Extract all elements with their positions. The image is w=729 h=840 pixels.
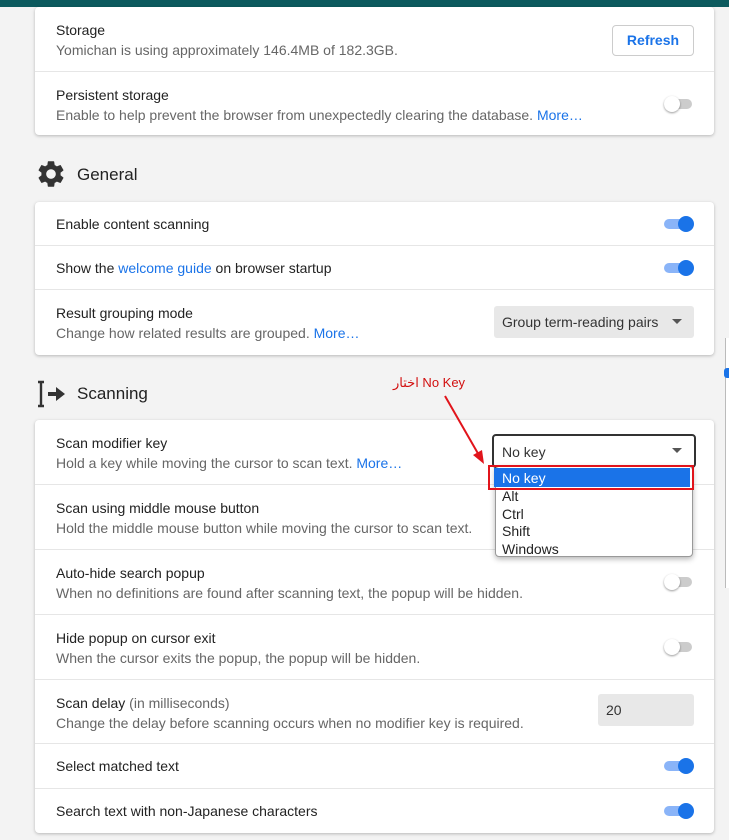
scanning-heading-label: Scanning: [77, 384, 148, 403]
welcome-guide-title: Show the welcome guide on browser startu…: [56, 260, 332, 276]
non-japanese-toggle[interactable]: [664, 803, 694, 819]
auto-hide-title: Auto-hide search popup: [56, 565, 205, 581]
scanning-heading: Scanning: [35, 377, 235, 411]
hide-on-exit-title: Hide popup on cursor exit: [56, 630, 216, 646]
chevron-down-icon: [672, 319, 682, 324]
persistent-storage-title: Persistent storage: [56, 87, 169, 103]
welcome-prefix: Show the: [56, 260, 115, 276]
option-shift[interactable]: Shift: [502, 523, 530, 539]
content-scanning-toggle[interactable]: [664, 216, 694, 232]
general-card: Enable content scanning Show the welcome…: [35, 202, 714, 355]
modifier-more-link[interactable]: More…: [356, 455, 402, 471]
refresh-button[interactable]: Refresh: [612, 25, 694, 56]
persistent-storage-text: Enable to help prevent the browser from …: [56, 107, 534, 123]
scan-delay-title: Scan delay (in milliseconds): [56, 695, 230, 711]
result-grouping-value: Group term-reading pairs: [502, 314, 659, 330]
storage-description: Yomichan is using approximately 146.4MB …: [56, 42, 398, 58]
select-matched-row: Select matched text: [35, 744, 714, 789]
scan-modifier-description: Hold a key while moving the cursor to sc…: [56, 455, 402, 471]
option-windows[interactable]: Windows: [502, 541, 559, 557]
auto-hide-row: Auto-hide search popup When no definitio…: [35, 550, 714, 615]
annotation-highlight-box: [488, 465, 694, 490]
persistent-storage-toggle[interactable]: [664, 96, 694, 112]
scan-delay-description: Change the delay before scanning occurs …: [56, 715, 524, 731]
scan-modifier-title: Scan modifier key: [56, 435, 168, 451]
storage-title: Storage: [56, 22, 106, 38]
scan-delay-label: Scan delay: [56, 695, 126, 711]
persistent-storage-description: Enable to help prevent the browser from …: [56, 107, 583, 123]
scan-delay-row: Scan delay (in milliseconds) Change the …: [35, 680, 714, 744]
select-matched-toggle[interactable]: [664, 758, 694, 774]
result-grouping-select[interactable]: Group term-reading pairs: [494, 306, 694, 338]
auto-hide-description: When no definitions are found after scan…: [56, 585, 523, 601]
persistent-more-link[interactable]: More…: [537, 107, 583, 123]
gear-icon: [38, 161, 64, 187]
result-grouping-description: Change how related results are grouped. …: [56, 325, 360, 341]
welcome-guide-link[interactable]: welcome guide: [118, 260, 211, 276]
non-japanese-title: Search text with non-Japanese characters: [56, 803, 318, 819]
non-japanese-row: Search text with non-Japanese characters: [35, 789, 714, 833]
auto-hide-toggle[interactable]: [664, 574, 694, 590]
hide-on-exit-toggle[interactable]: [664, 639, 694, 655]
option-ctrl[interactable]: Ctrl: [502, 506, 524, 522]
storage-card: Storage Yomichan is using approximately …: [35, 7, 714, 135]
result-grouping-title: Result grouping mode: [56, 305, 193, 321]
chevron-down-icon: [672, 448, 682, 453]
scan-modifier-value: No key: [502, 444, 546, 460]
storage-row: Storage Yomichan is using approximately …: [35, 7, 714, 72]
scan-modifier-select[interactable]: No key: [492, 434, 696, 468]
persistent-storage-row: Persistent storage Enable to help preven…: [35, 72, 714, 135]
content-scanning-row: Enable content scanning: [35, 202, 714, 246]
select-matched-title: Select matched text: [56, 758, 179, 774]
content-scanning-title: Enable content scanning: [56, 216, 210, 232]
welcome-guide-row: Show the welcome guide on browser startu…: [35, 246, 714, 290]
general-heading-label: General: [77, 165, 138, 184]
scan-delay-value: 20: [606, 702, 622, 718]
scan-modifier-text: Hold a key while moving the cursor to sc…: [56, 455, 353, 471]
option-alt[interactable]: Alt: [502, 488, 518, 504]
result-grouping-row: Result grouping mode Change how related …: [35, 290, 714, 355]
grouping-more-link[interactable]: More…: [314, 325, 360, 341]
top-bar: [0, 0, 729, 7]
welcome-suffix: on browser startup: [215, 260, 332, 276]
welcome-guide-toggle[interactable]: [664, 260, 694, 276]
general-heading: General: [35, 158, 235, 192]
scan-delay-input[interactable]: 20: [598, 694, 694, 726]
middle-mouse-title: Scan using middle mouse button: [56, 500, 260, 516]
middle-mouse-description: Hold the middle mouse button while movin…: [56, 520, 473, 536]
hide-on-exit-description: When the cursor exits the popup, the pop…: [56, 650, 421, 666]
annotation-text: اختار No Key: [393, 375, 466, 390]
scan-delay-unit: (in milliseconds): [129, 695, 230, 711]
side-panel-indicator: [724, 368, 729, 378]
hide-on-exit-row: Hide popup on cursor exit When the curso…: [35, 615, 714, 680]
text-cursor-arrow-icon: [38, 380, 65, 408]
result-grouping-text: Change how related results are grouped.: [56, 325, 310, 341]
